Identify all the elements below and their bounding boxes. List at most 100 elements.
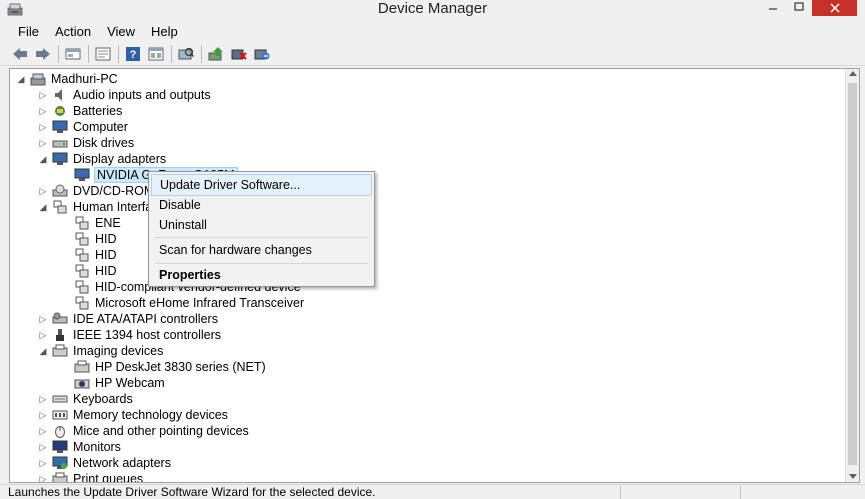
collapse-arrow-icon[interactable]: ◢ [38,346,48,356]
tree-item-hid-3[interactable]: HID [74,263,117,279]
tree-item-ehome[interactable]: Microsoft eHome Infrared Transceiver [74,295,304,311]
scroll-down-arrow-icon[interactable] [849,474,857,479]
back-icon[interactable] [10,44,30,64]
hid-icon [52,200,68,214]
menu-help[interactable]: Help [143,21,186,42]
collapse-arrow-icon[interactable]: ◢ [16,74,26,84]
tree-item-label: HP DeskJet 3830 series (NET) [95,360,266,374]
tree-item-label: Mice and other pointing devices [73,424,249,438]
tree-item-mice[interactable]: ▷ Mice and other pointing devices [38,423,249,439]
tree-item-label: HID [95,264,117,278]
tree-item-monitors[interactable]: ▷ Monitors [38,439,121,455]
display-adapter-icon [74,168,90,182]
expand-arrow-icon[interactable]: ▷ [38,122,48,132]
tree-item-ieee1394[interactable]: ▷ IEEE 1394 host controllers [38,327,221,343]
uninstall-icon[interactable] [252,44,272,64]
view-icon[interactable] [146,44,166,64]
close-button[interactable] [812,0,857,16]
tree-item-computer[interactable]: ▷ Computer [38,119,128,135]
tree-item-imaging[interactable]: ◢ Imaging devices [38,343,164,359]
hid-icon [74,216,90,230]
tree-item-display-adapters[interactable]: ◢ Display adapters [38,151,167,167]
menu-properties[interactable]: Properties [151,264,372,286]
hid-icon [74,248,90,262]
menu-uninstall[interactable]: Uninstall [151,214,372,236]
hid-icon [74,280,90,294]
expand-arrow-icon[interactable]: ▷ [38,410,48,420]
tree-item-label: Batteries [73,104,123,118]
device-tree[interactable]: ◢ Madhuri-PC ▷ Audio inputs and outputs … [9,68,860,483]
printer-icon [74,360,90,374]
expand-arrow-icon[interactable]: ▷ [38,106,48,116]
monitor-icon [52,440,68,454]
tree-item-print-queues[interactable]: ▷ Print queues [38,471,144,483]
tree-item-label: Microsoft eHome Infrared Transceiver [95,296,305,310]
mouse-icon [52,424,68,438]
menu-file[interactable]: File [10,21,47,42]
menu-separator [155,237,368,238]
tree-item-label: HP Webcam [95,376,165,390]
tree-item-memory[interactable]: ▷ Memory technology devices [38,407,228,423]
menu-view[interactable]: View [99,21,143,42]
tree-item-label: Audio inputs and outputs [73,88,211,102]
tree-item-ene[interactable]: ENE [74,215,121,231]
collapse-arrow-icon[interactable]: ◢ [38,202,48,212]
menu-scan-hardware[interactable]: Scan for hardware changes [151,239,372,261]
tree-item-disk-drives[interactable]: ▷ Disk drives [38,135,135,151]
vertical-scrollbar[interactable] [845,69,859,482]
tree-root[interactable]: ◢ Madhuri-PC [16,71,118,87]
tree-item-ide[interactable]: ▷ IDE ATA/ATAPI controllers [38,311,218,327]
expand-arrow-icon[interactable]: ▷ [38,458,48,468]
expand-arrow-icon[interactable]: ▷ [38,90,48,100]
tree-item-label: Print queues [73,472,144,483]
scrollbar-thumb[interactable] [848,83,857,465]
collapse-arrow-icon[interactable]: ◢ [38,154,48,164]
expand-arrow-icon[interactable]: ▷ [38,138,48,148]
tree-item-label: Computer [73,120,128,134]
tree-root-label: Madhuri-PC [51,72,118,86]
status-bar: Launches the Update Driver Software Wiza… [0,484,865,499]
tree-item-label: Keyboards [73,392,133,406]
scan-icon[interactable] [176,44,196,64]
context-menu: Update Driver Software... Disable Uninst… [148,171,375,287]
webcam-icon [74,376,90,390]
help-icon[interactable]: ? [123,44,143,64]
tree-item-hp-webcam[interactable]: HP Webcam [74,375,165,391]
menu-disable[interactable]: Disable [151,194,372,216]
tree-item-hid-1[interactable]: HID [74,231,117,247]
expand-arrow-icon[interactable]: ▷ [38,394,48,404]
forward-icon[interactable] [33,44,53,64]
tree-item-hp-deskjet[interactable]: HP DeskJet 3830 series (NET) [74,359,266,375]
show-hide-icon[interactable] [63,44,83,64]
tree-item-network[interactable]: ▷ Network adapters [38,455,171,471]
window-title: Device Manager [377,0,488,17]
minimize-button[interactable] [760,0,786,14]
expand-arrow-icon[interactable]: ▷ [38,426,48,436]
menu-update-driver[interactable]: Update Driver Software... [151,174,372,196]
toolbar-separator [58,44,59,63]
ide-controller-icon [52,312,68,326]
scroll-up-arrow-icon[interactable] [849,71,857,76]
tree-item-keyboards[interactable]: ▷ Keyboards [38,391,133,407]
toolbar-separator [171,44,172,63]
speaker-icon [52,88,68,102]
expand-arrow-icon[interactable]: ▷ [38,474,48,483]
tree-item-label: Monitors [73,440,121,454]
maximize-button[interactable] [786,0,812,14]
display-adapter-icon [52,152,68,166]
update-driver-icon[interactable] [206,44,226,64]
expand-arrow-icon[interactable]: ▷ [38,314,48,324]
toolbar-separator [201,44,202,63]
expand-arrow-icon[interactable]: ▷ [38,330,48,340]
properties-icon[interactable] [93,44,113,64]
expand-arrow-icon[interactable]: ▷ [38,442,48,452]
tree-item-audio[interactable]: ▷ Audio inputs and outputs [38,87,211,103]
tree-item-label: Imaging devices [73,344,164,358]
tree-item-label: HID [95,248,117,262]
tree-item-batteries[interactable]: ▷ Batteries [38,103,123,119]
expand-arrow-icon[interactable]: ▷ [38,186,48,196]
tree-item-hid-2[interactable]: HID [74,247,117,263]
disable-icon[interactable] [229,44,249,64]
hid-icon [74,264,90,278]
menu-action[interactable]: Action [47,21,99,42]
